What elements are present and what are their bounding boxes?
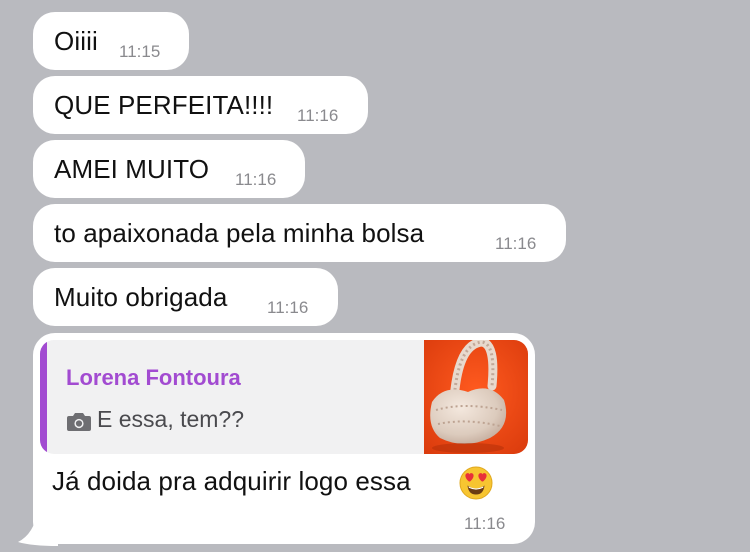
message-timestamp: 11:16 <box>267 298 309 317</box>
message-timestamp: 11:15 <box>119 42 161 61</box>
message-timestamp: 11:16 <box>297 106 339 125</box>
message-bubble[interactable]: Oiiii 11:15 <box>33 12 189 70</box>
heart-eyes-emoji <box>459 466 493 500</box>
message-bubble[interactable]: QUE PERFEITA!!!! 11:16 <box>33 76 368 134</box>
message-timestamp: 11:16 <box>464 514 506 533</box>
message-timestamp: 11:16 <box>235 170 277 189</box>
message-text: Muito obrigada <box>54 282 228 312</box>
message-text: QUE PERFEITA!!!! <box>54 90 274 120</box>
quoted-message[interactable]: Lorena Fontoura E essa, tem?? <box>40 340 528 454</box>
message-timestamp: 11:16 <box>495 234 537 253</box>
quote-accent-bar <box>40 340 47 454</box>
message-text: Já doida pra adquirir logo essa <box>52 466 411 496</box>
message-bubble[interactable]: Muito obrigada 11:16 <box>33 268 338 326</box>
bag-photo-thumbnail[interactable] <box>424 340 528 454</box>
camera-icon <box>67 413 91 431</box>
message-bubble[interactable]: AMEI MUITO 11:16 <box>33 140 305 198</box>
quoted-text: E essa, tem?? <box>97 406 245 432</box>
message-text: AMEI MUITO <box>54 154 210 184</box>
message-text: to apaixonada pela minha bolsa <box>54 218 425 248</box>
quoted-author: Lorena Fontoura <box>66 365 241 390</box>
message-bubble[interactable]: to apaixonada pela minha bolsa 11:16 <box>33 204 566 262</box>
reply-message-bubble[interactable]: Lorena Fontoura E essa, tem?? Já doida p… <box>33 333 535 544</box>
message-text: Oiiii <box>54 26 98 56</box>
